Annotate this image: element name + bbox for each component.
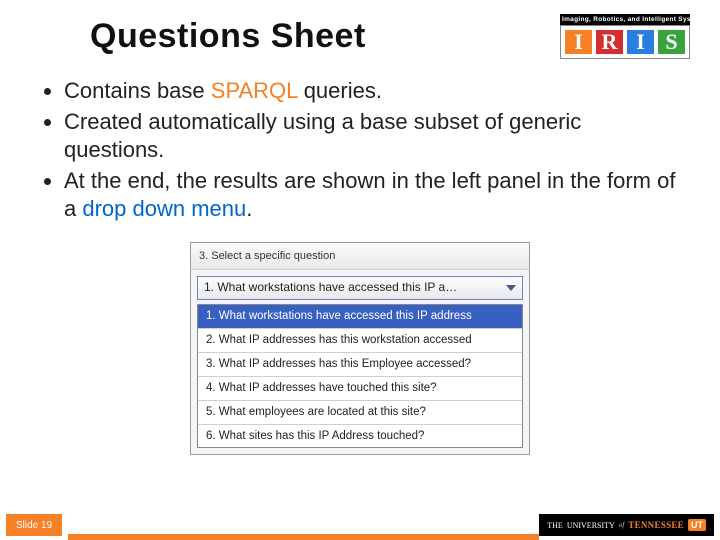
question-option[interactable]: 1. What workstations have accessed this … [198,305,522,329]
bullet-2: Created automatically using a base subse… [64,108,680,165]
bullet-1-text-post: queries. [298,78,382,103]
question-option[interactable]: 4. What IP addresses have touched this s… [198,377,522,401]
iris-logo: Imaging, Robotics, and Intelligent Syste… [560,14,690,59]
question-option[interactable]: 5. What employees are located at this si… [198,401,522,425]
univ-the: THE [547,521,563,530]
bullet-1: Contains base SPARQL queries. [64,77,680,106]
chevron-down-icon [506,285,516,291]
iris-letter-r: R [596,30,623,54]
bullet-1-highlight: SPARQL [211,78,298,103]
question-panel: 3. Select a specific question 1. What wo… [190,242,530,456]
univ-of: of [619,521,624,529]
question-option[interactable]: 2. What IP addresses has this workstatio… [198,329,522,353]
slide-body: Contains base SPARQL queries. Created au… [0,59,720,455]
iris-strapline: Imaging, Robotics, and Intelligent Syste… [560,14,690,25]
combobox-value: 1. What workstations have accessed this … [204,280,457,296]
slide-number: Slide 19 [6,514,62,536]
slide-footer: Slide 19 THE UNIVERSITY of TENNESSEE UT [0,512,720,540]
bullet-1-text-pre: Contains base [64,78,211,103]
iris-letter-i1: I [565,30,592,54]
page-title: Questions Sheet [90,17,366,56]
univ-word: UNIVERSITY [567,521,615,530]
university-logo: THE UNIVERSITY of TENNESSEE UT [539,514,714,536]
question-option[interactable]: 6. What sites has this IP Address touche… [198,425,522,448]
footer-accent-bar [68,534,539,540]
question-option[interactable]: 3. What IP addresses has this Employee a… [198,353,522,377]
iris-letter-blocks: I R I S [560,25,690,59]
iris-letter-i2: I [627,30,654,54]
ut-icon: UT [688,519,706,531]
univ-tennessee: TENNESSEE [628,520,684,530]
question-options-list: 1. What workstations have accessed this … [197,304,523,449]
question-combobox[interactable]: 1. What workstations have accessed this … [197,276,523,300]
bullet-3-text-post: . [246,196,252,221]
bullet-3: At the end, the results are shown in the… [64,167,680,224]
iris-letter-s: S [658,30,685,54]
bullet-3-highlight: drop down menu [82,196,246,221]
panel-caption: 3. Select a specific question [191,243,529,270]
bullet-list: Contains base SPARQL queries. Created au… [40,77,680,224]
dropdown-figure: 3. Select a specific question 1. What wo… [40,242,680,456]
header-row: Questions Sheet Imaging, Robotics, and I… [0,0,720,59]
